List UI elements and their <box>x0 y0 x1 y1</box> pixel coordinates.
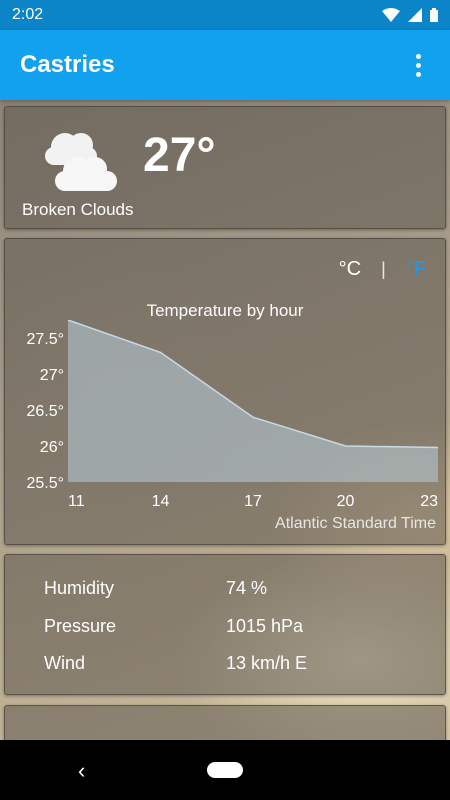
temperature-chart: 27.5° 27° 26.5° 26° 25.5°11 14 17 20 23 <box>26 320 438 510</box>
unit-separator: | <box>381 259 386 279</box>
back-icon[interactable]: ‹ <box>78 758 85 784</box>
x-tick-label: 11 <box>68 493 85 510</box>
status-time: 2:02 <box>12 6 44 23</box>
status-icons <box>382 8 438 22</box>
x-tick-label: 23 <box>420 493 438 510</box>
detail-label: Humidity <box>44 578 115 598</box>
detail-label: Wind <box>44 653 86 673</box>
current-condition: Broken Clouds <box>22 200 134 219</box>
cell-signal-icon <box>408 8 422 22</box>
y-tick-label: 25.5° <box>26 475 64 492</box>
detail-value: 74 % <box>226 578 268 598</box>
detail-value: 13 km/h E <box>226 653 308 673</box>
next-card <box>4 705 446 745</box>
battery-icon <box>430 8 438 22</box>
chart-x-axis-label: Atlantic Standard Time <box>275 515 436 532</box>
celsius-button[interactable]: °C <box>339 258 361 281</box>
x-tick-label: 20 <box>337 493 355 510</box>
wifi-icon <box>382 8 400 22</box>
page-title: Castries <box>20 51 115 78</box>
home-button[interactable] <box>207 762 243 778</box>
y-tick-label: 27° <box>40 367 64 384</box>
x-tick-label: 14 <box>152 493 170 510</box>
detail-row-wind: Wind 13 km/h E <box>44 653 307 674</box>
overflow-menu-icon[interactable] <box>406 50 430 80</box>
detail-label: Pressure <box>44 616 117 636</box>
app-bar: Castries <box>0 30 450 100</box>
detail-row-humidity: Humidity 74 % <box>44 578 267 599</box>
broken-clouds-icon <box>45 133 117 191</box>
temperature-area <box>68 320 438 482</box>
current-temperature: 27° <box>143 129 216 182</box>
y-tick-label: 27.5° <box>26 331 64 348</box>
status-bar: 2:02 <box>0 0 450 30</box>
fahrenheit-button[interactable]: °F <box>406 258 426 281</box>
x-tick-label: 17 <box>244 493 262 510</box>
y-tick-label: 26.5° <box>26 403 64 420</box>
detail-value: 1015 hPa <box>226 616 304 636</box>
unit-toggle: °C | °F <box>339 258 426 281</box>
chart-title: Temperature by hour <box>146 301 304 320</box>
detail-row-pressure: Pressure 1015 hPa <box>44 616 303 637</box>
y-tick-label: 26° <box>40 439 64 456</box>
